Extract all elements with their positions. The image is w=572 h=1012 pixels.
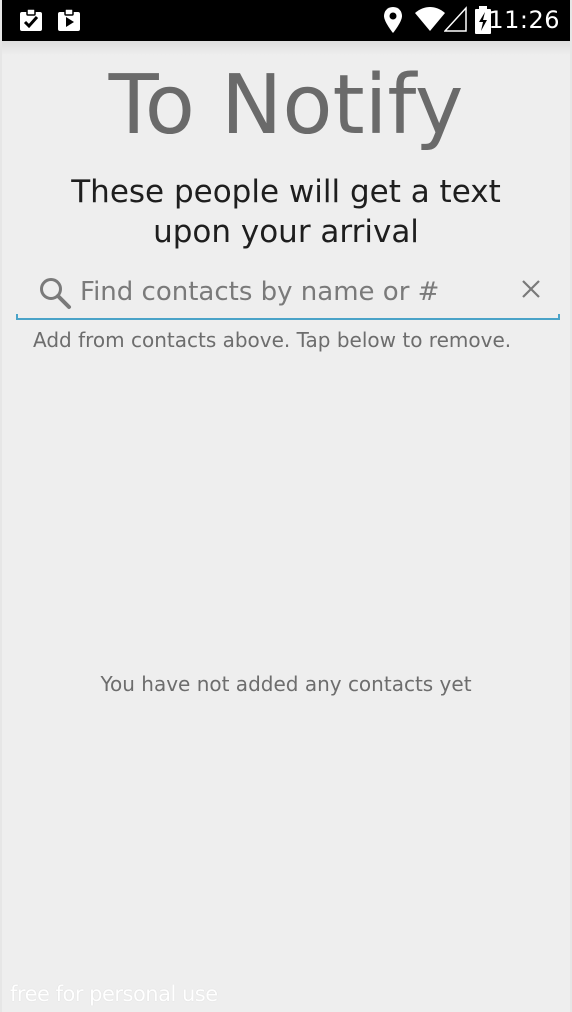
contact-search-input[interactable] <box>80 274 500 310</box>
search-underline <box>16 314 560 320</box>
status-shadow <box>2 41 570 55</box>
subtitle-line-2: upon your arrival <box>153 214 419 250</box>
status-bar: 11:26 <box>2 0 570 41</box>
status-time: 11:26 <box>488 6 560 34</box>
page-title: To Notify <box>108 58 464 153</box>
empty-state-message: You have not added any contacts yet <box>100 672 472 696</box>
location-pin-icon <box>382 6 404 38</box>
clipboard-check-icon <box>18 7 46 37</box>
signal-icon <box>443 6 468 36</box>
watermark: free for personal use <box>10 982 218 1006</box>
search-icon <box>38 276 72 314</box>
instruction-text: Add from contacts above. Tap below to re… <box>33 328 512 352</box>
app-screen: 11:26 To Notify These people will get a … <box>0 0 572 1012</box>
clear-search-icon[interactable] <box>520 278 542 304</box>
clipboard-play-icon <box>56 7 84 37</box>
contact-search-bar <box>16 268 560 320</box>
page-subtitle: These people will get a text upon your a… <box>2 172 570 252</box>
subtitle-line-1: These people will get a text <box>71 174 501 210</box>
wifi-icon <box>414 6 446 36</box>
